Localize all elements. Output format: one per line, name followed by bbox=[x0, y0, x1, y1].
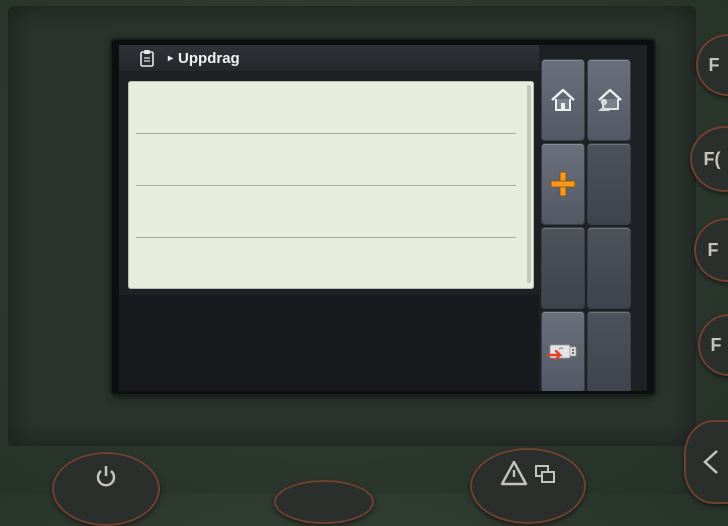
breadcrumb-arrow-icon: ▸ bbox=[168, 52, 174, 64]
f1-hardware-key[interactable]: F bbox=[696, 34, 728, 96]
home-user-button[interactable] bbox=[588, 60, 630, 140]
chevron-left-icon bbox=[703, 450, 718, 474]
back-hardware-key[interactable] bbox=[684, 420, 728, 504]
display-screen: ▸ Uppdrag bbox=[119, 45, 647, 391]
list-scrollbar[interactable] bbox=[527, 85, 531, 283]
title-bar: ▸ Uppdrag bbox=[119, 45, 539, 71]
add-button[interactable] bbox=[542, 144, 584, 224]
page-title: Uppdrag bbox=[178, 49, 240, 67]
display-frame: ▸ Uppdrag bbox=[112, 40, 654, 394]
power-hardware-key[interactable] bbox=[52, 452, 160, 526]
plus-icon bbox=[550, 171, 576, 197]
usb-import-icon bbox=[546, 344, 577, 361]
middle-hardware-key[interactable] bbox=[274, 480, 374, 524]
home-button[interactable] bbox=[542, 60, 584, 140]
empty-softkey[interactable] bbox=[588, 144, 630, 224]
empty-softkey[interactable] bbox=[588, 228, 630, 308]
empty-content-area bbox=[119, 295, 539, 391]
f3-hardware-key[interactable]: F bbox=[694, 218, 728, 282]
home-user-icon bbox=[598, 88, 622, 111]
clipboard-icon bbox=[140, 50, 154, 67]
list-row-divider bbox=[136, 185, 516, 186]
task-list[interactable] bbox=[128, 81, 534, 289]
home-icon bbox=[551, 88, 575, 111]
warning-hardware-key[interactable] bbox=[470, 448, 586, 524]
list-row-divider bbox=[136, 237, 516, 238]
usb-import-button[interactable] bbox=[542, 312, 584, 391]
list-row-divider bbox=[136, 133, 516, 134]
power-icon bbox=[96, 466, 116, 487]
warning-window-icon bbox=[500, 460, 555, 486]
f4-hardware-key[interactable]: F bbox=[698, 314, 728, 376]
empty-softkey[interactable] bbox=[588, 312, 630, 391]
empty-softkey[interactable] bbox=[542, 228, 584, 308]
